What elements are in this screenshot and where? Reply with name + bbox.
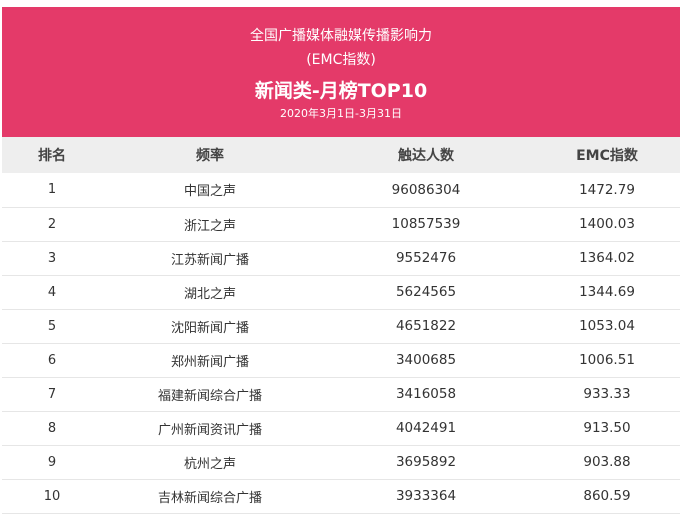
station-cell: 吉林新闻综合广播 <box>157 490 262 506</box>
page-title: 新闻类-月榜TOP10 <box>254 80 428 102</box>
emc-cell: 1400.03 <box>579 216 635 232</box>
reach-cell: 5624565 <box>395 284 457 300</box>
reach-cell: 3695892 <box>395 454 457 470</box>
table-row: 9 杭州之声 3695892 903.88 <box>2 445 680 479</box>
rank-cell: 6 <box>47 352 57 368</box>
reach-cell: 4651822 <box>395 318 457 334</box>
column-header-reach: 触达人数 <box>398 148 454 164</box>
rank-cell: 7 <box>47 386 57 402</box>
table-row: 6 郑州新闻广播 3400685 1006.51 <box>2 343 680 377</box>
rank-cell: 3 <box>47 250 57 266</box>
reach-cell: 9552476 <box>395 250 457 266</box>
header-subtitle: 全国广播媒体融媒传播影响力 <box>250 28 432 44</box>
header-subtitle-emc: (EMC指数) <box>306 52 376 68</box>
rank-cell: 8 <box>47 420 57 436</box>
emc-cell: 860.59 <box>583 488 631 504</box>
emc-cell: 903.88 <box>583 454 631 470</box>
rank-cell: 1 <box>47 182 57 198</box>
emc-cell: 1344.69 <box>579 284 635 300</box>
reach-cell: 3416058 <box>395 386 457 402</box>
reach-cell: 3400685 <box>395 352 457 368</box>
emc-cell: 1364.02 <box>579 250 635 266</box>
column-header-station: 频率 <box>196 148 224 164</box>
station-cell: 郑州新闻广播 <box>170 354 249 370</box>
reach-cell: 96086304 <box>391 181 461 198</box>
emc-cell: 1053.04 <box>579 318 635 334</box>
ranking-card: 全国广播媒体融媒传播影响力 (EMC指数) 新闻类-月榜TOP10 2020年3… <box>2 7 680 519</box>
column-header-emc: EMC指数 <box>576 148 638 164</box>
date-range: 2020年3月1日-3月31日 <box>280 107 402 120</box>
station-cell: 广州新闻资讯广播 <box>157 422 262 438</box>
station-cell: 湖北之声 <box>183 286 236 302</box>
station-cell: 杭州之声 <box>183 456 236 472</box>
reach-cell: 3933364 <box>395 488 457 504</box>
ranking-table: 排名 频率 触达人数 EMC指数 1 中国之声 96086304 1472.79… <box>2 137 680 514</box>
table-row: 10 吉林新闻综合广播 3933364 860.59 <box>2 479 680 513</box>
station-cell: 江苏新闻广播 <box>170 252 249 268</box>
table-row: 2 浙江之声 10857539 1400.03 <box>2 207 680 241</box>
table-row: 5 沈阳新闻广播 4651822 1053.04 <box>2 309 680 343</box>
table-row: 7 福建新闻综合广播 3416058 933.33 <box>2 377 680 411</box>
rank-cell: 2 <box>47 216 57 232</box>
station-cell: 沈阳新闻广播 <box>170 320 249 336</box>
table-row: 8 广州新闻资讯广播 4042491 913.50 <box>2 411 680 445</box>
reach-cell: 10857539 <box>391 216 461 232</box>
ranking-header: 全国广播媒体融媒传播影响力 (EMC指数) 新闻类-月榜TOP10 2020年3… <box>2 7 680 137</box>
rank-cell: 5 <box>47 318 57 334</box>
table-row: 4 湖北之声 5624565 1344.69 <box>2 275 680 309</box>
station-cell: 福建新闻综合广播 <box>157 388 262 404</box>
emc-cell: 913.50 <box>583 420 631 436</box>
table-row: 3 江苏新闻广播 9552476 1364.02 <box>2 241 680 275</box>
emc-cell: 933.33 <box>583 386 631 402</box>
reach-cell: 4042491 <box>395 420 457 436</box>
rank-cell: 4 <box>47 284 57 300</box>
emc-cell: 1006.51 <box>579 352 635 368</box>
table-row: 1 中国之声 96086304 1472.79 <box>2 173 680 207</box>
station-cell: 中国之声 <box>183 184 236 200</box>
column-header-rank: 排名 <box>38 148 66 164</box>
table-header-row: 排名 频率 触达人数 EMC指数 <box>2 137 680 173</box>
rank-cell: 10 <box>43 488 61 504</box>
emc-cell: 1472.79 <box>579 181 635 198</box>
rank-cell: 9 <box>47 454 57 470</box>
station-cell: 浙江之声 <box>183 218 236 234</box>
